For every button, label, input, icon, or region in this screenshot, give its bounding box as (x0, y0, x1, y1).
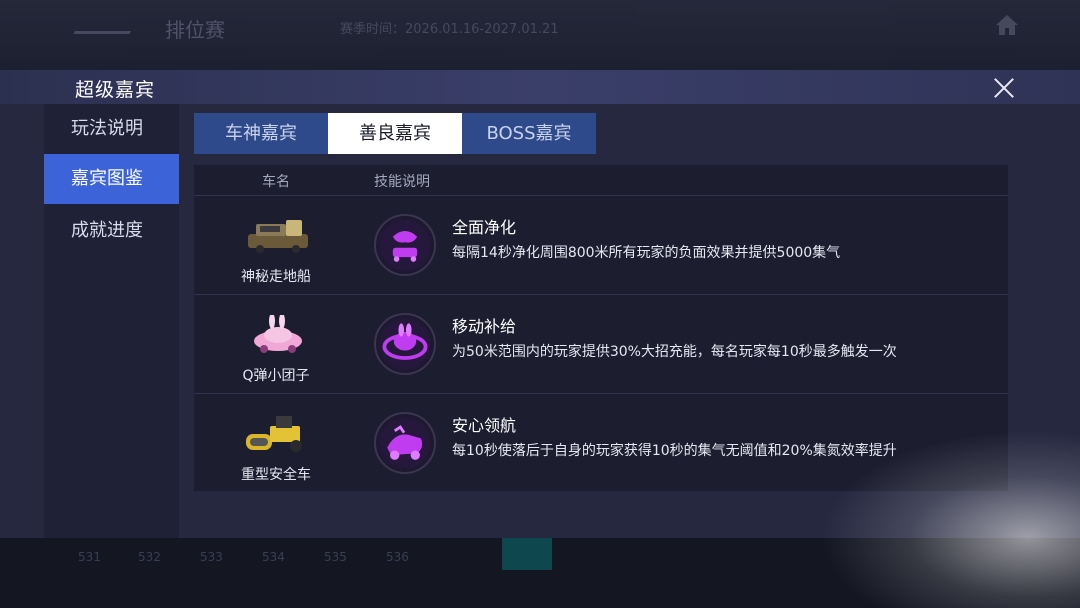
purify-skill-icon (374, 214, 436, 276)
column-header-skill: 技能说明 (374, 174, 430, 190)
skill-description: 每隔14秒净化周围800米所有玩家的负面效果并提供5000集气 (452, 245, 841, 261)
sidebar-item-achievements[interactable]: 成就进度 (44, 206, 179, 256)
sidebar: 玩法说明 嘉宾图鉴 成就进度 (44, 104, 179, 538)
bg-number: 533 (200, 550, 223, 564)
bg-number: 536 (386, 550, 409, 564)
background-top-bar: 排位赛 赛季时间：2026.01.16-2027.01.21 (0, 0, 1080, 72)
skill-title: 全面净化 (452, 218, 517, 237)
guest-table: 车名 技能说明 神秘走地船 全面净化 每隔14秒净化周围800米所有玩家的负面效… (194, 165, 1008, 491)
sidebar-item-guest-catalog[interactable]: 嘉宾图鉴 (44, 154, 179, 204)
tab-kind-guest[interactable]: 善良嘉宾 (328, 113, 462, 154)
table-row: 重型安全车 安心领航 每10秒使落后于自身的玩家获得10秒的集气无阈值和20%集… (194, 393, 1008, 492)
supply-skill-icon (374, 313, 436, 375)
modal-header: 超级嘉宾 (0, 70, 1080, 104)
game-logo (73, 18, 139, 34)
tab-boss-guest[interactable]: BOSS嘉宾 (462, 113, 596, 154)
bg-teal-block (502, 538, 552, 570)
roller-car-icon (246, 416, 302, 452)
bg-number: 531 (78, 550, 101, 564)
boat-car-icon (248, 220, 308, 253)
table-row: Q弹小团子 移动补给 为50米范围内的玩家提供30%大招充能，每名玩家每10秒最… (194, 294, 1008, 393)
background-bottom-bar: 531 532 533 534 535 536 (0, 538, 1080, 608)
season-text: 赛季时间：2026.01.16-2027.01.21 (340, 22, 559, 37)
super-guest-modal: 超级嘉宾 玩法说明 嘉宾图鉴 成就进度 车神嘉宾 善良嘉宾 BOSS嘉宾 车名 … (0, 70, 1080, 538)
rank-title: 排位赛 (165, 18, 225, 42)
bg-number: 534 (262, 550, 285, 564)
column-header-car: 车名 (262, 174, 290, 190)
guide-skill-icon (374, 412, 436, 474)
skill-title: 安心领航 (452, 416, 517, 435)
bg-number: 535 (324, 550, 347, 564)
tab-speed-guest[interactable]: 车神嘉宾 (194, 113, 328, 154)
modal-title: 超级嘉宾 (75, 79, 156, 101)
car-name: Q弹小团子 (242, 368, 310, 384)
sidebar-item-rules[interactable]: 玩法说明 (44, 104, 179, 154)
car-name: 神秘走地船 (241, 269, 311, 285)
home-icon (996, 15, 1018, 35)
skill-title: 移动补给 (452, 317, 517, 336)
table-row: 神秘走地船 全面净化 每隔14秒净化周围800米所有玩家的负面效果并提供5000… (194, 195, 1008, 294)
car-name: 重型安全车 (241, 467, 311, 483)
bunny-car-icon (254, 315, 302, 353)
bg-number: 532 (138, 550, 161, 564)
skill-description: 为50米范围内的玩家提供30%大招充能，每名玩家每10秒最多触发一次 (452, 344, 897, 360)
skill-description: 每10秒使落后于自身的玩家获得10秒的集气无阈值和20%集氮效率提升 (452, 443, 897, 459)
close-icon[interactable] (990, 74, 1018, 102)
